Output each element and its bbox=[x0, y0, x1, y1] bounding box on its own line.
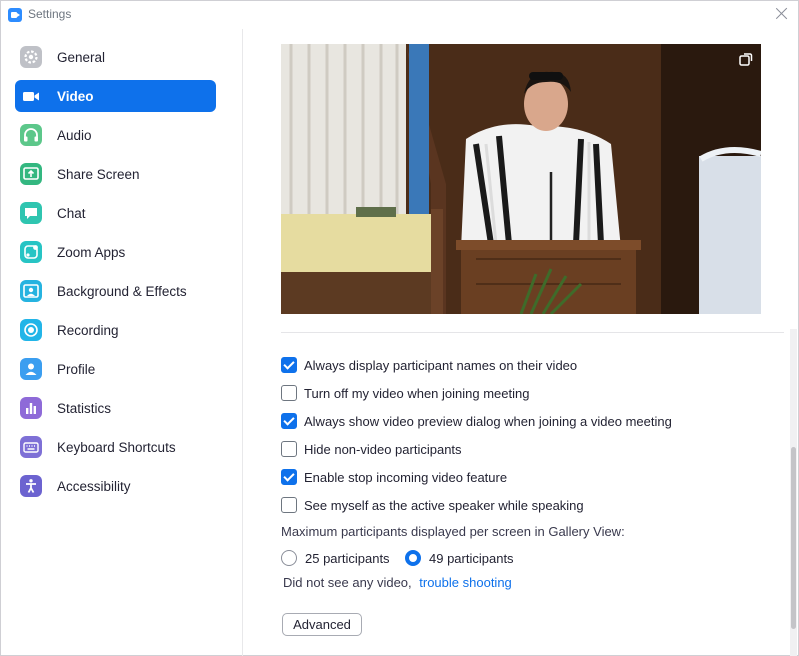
expand-icon[interactable] bbox=[738, 51, 754, 67]
close-icon[interactable] bbox=[774, 6, 790, 22]
scrollbar-thumb[interactable] bbox=[791, 447, 796, 629]
radio-label: 25 participants bbox=[305, 550, 390, 566]
sidebar-item-label: Profile bbox=[57, 361, 96, 377]
radio-option-25[interactable]: 25 participants bbox=[281, 548, 390, 568]
statistics-icon bbox=[20, 397, 42, 419]
sidebar-item-label: Keyboard Shortcuts bbox=[57, 439, 176, 455]
sidebar-item-background-effects[interactable]: Background & Effects bbox=[15, 275, 216, 307]
sidebar-item-label: Accessibility bbox=[57, 478, 131, 494]
option-stop-incoming-video[interactable]: Enable stop incoming video feature bbox=[281, 467, 507, 487]
sidebar-item-chat[interactable]: Chat bbox=[15, 197, 216, 229]
option-label: Enable stop incoming video feature bbox=[304, 469, 508, 485]
sidebar-item-recording[interactable]: Recording bbox=[15, 314, 216, 346]
option-hide-non-video[interactable]: Hide non-video participants bbox=[281, 439, 462, 459]
sidebar-item-statistics[interactable]: Statistics bbox=[15, 392, 216, 424]
video-settings-panel: Always display participant names on thei… bbox=[244, 29, 798, 656]
record-icon bbox=[20, 319, 42, 341]
sidebar-item-accessibility[interactable]: Accessibility bbox=[15, 470, 216, 502]
sidebar-item-keyboard-shortcuts[interactable]: Keyboard Shortcuts bbox=[15, 431, 216, 463]
sidebar-item-label: Recording bbox=[57, 322, 119, 338]
checkbox-turn-off-video[interactable] bbox=[281, 385, 297, 401]
divider bbox=[281, 332, 784, 333]
radio-25-participants[interactable] bbox=[281, 550, 297, 566]
option-video-preview[interactable]: Always show video preview dialog when jo… bbox=[281, 411, 672, 431]
sidebar-item-audio[interactable]: Audio bbox=[15, 119, 216, 151]
checkbox-video-preview[interactable] bbox=[281, 413, 297, 429]
settings-window: Settings General Video Audio Share Scree… bbox=[0, 0, 799, 656]
sidebar-item-label: Video bbox=[57, 88, 94, 104]
chat-bubble-icon bbox=[20, 202, 42, 224]
sidebar-item-label: Background & Effects bbox=[57, 283, 187, 299]
accessibility-icon bbox=[20, 475, 42, 497]
zoom-app-icon bbox=[8, 8, 22, 22]
share-screen-icon bbox=[20, 163, 42, 185]
sidebar-item-label: Share Screen bbox=[57, 166, 140, 182]
radio-option-49[interactable]: 49 participants bbox=[405, 548, 514, 568]
camera-preview bbox=[281, 44, 761, 314]
sidebar-item-share-screen[interactable]: Share Screen bbox=[15, 158, 216, 190]
trouble-shooting-link[interactable]: trouble shooting bbox=[419, 575, 512, 590]
trouble-shooting-row: Did not see any video, trouble shooting bbox=[283, 575, 512, 590]
option-turn-off-video[interactable]: Turn off my video when joining meeting bbox=[281, 383, 529, 403]
sidebar-item-profile[interactable]: Profile bbox=[15, 353, 216, 385]
zoom-apps-icon bbox=[20, 241, 42, 263]
profile-icon bbox=[20, 358, 42, 380]
radio-49-participants[interactable] bbox=[405, 550, 421, 566]
sidebar-item-label: General bbox=[57, 49, 106, 65]
option-label: Turn off my video when joining meeting bbox=[304, 385, 530, 401]
checkbox-active-speaker[interactable] bbox=[281, 497, 297, 513]
option-label: Always display participant names on thei… bbox=[304, 357, 578, 373]
gallery-view-label: Maximum participants displayed per scree… bbox=[281, 524, 625, 539]
checkbox-stop-incoming-video[interactable] bbox=[281, 469, 297, 485]
option-display-names[interactable]: Always display participant names on thei… bbox=[281, 355, 577, 375]
keyboard-icon bbox=[20, 436, 42, 458]
sidebar-item-label: Chat bbox=[57, 205, 86, 221]
headphones-icon bbox=[20, 124, 42, 146]
window-title: Settings bbox=[28, 7, 72, 21]
option-label: See myself as the active speaker while s… bbox=[304, 497, 584, 513]
sidebar-item-label: Audio bbox=[57, 127, 92, 143]
sidebar-item-label: Statistics bbox=[57, 400, 112, 416]
option-label: Always show video preview dialog when jo… bbox=[304, 413, 672, 429]
trouble-text: Did not see any video, bbox=[283, 575, 412, 590]
gear-icon bbox=[20, 46, 42, 68]
advanced-button[interactable]: Advanced bbox=[282, 613, 362, 636]
sidebar-item-zoom-apps[interactable]: Zoom Apps bbox=[15, 236, 216, 268]
sidebar-item-label: Zoom Apps bbox=[57, 244, 126, 260]
radio-label: 49 participants bbox=[429, 550, 514, 566]
title-bar: Settings bbox=[1, 1, 798, 29]
sidebar-item-general[interactable]: General bbox=[15, 41, 216, 73]
checkbox-hide-non-video[interactable] bbox=[281, 441, 297, 457]
option-label: Hide non-video participants bbox=[304, 441, 462, 457]
background-icon bbox=[20, 280, 42, 302]
settings-sidebar: General Video Audio Share Screen Chat Zo… bbox=[1, 29, 243, 656]
video-camera-icon bbox=[20, 85, 42, 107]
sidebar-item-video[interactable]: Video bbox=[15, 80, 216, 112]
option-active-speaker[interactable]: See myself as the active speaker while s… bbox=[281, 495, 584, 515]
checkbox-display-names[interactable] bbox=[281, 357, 297, 373]
